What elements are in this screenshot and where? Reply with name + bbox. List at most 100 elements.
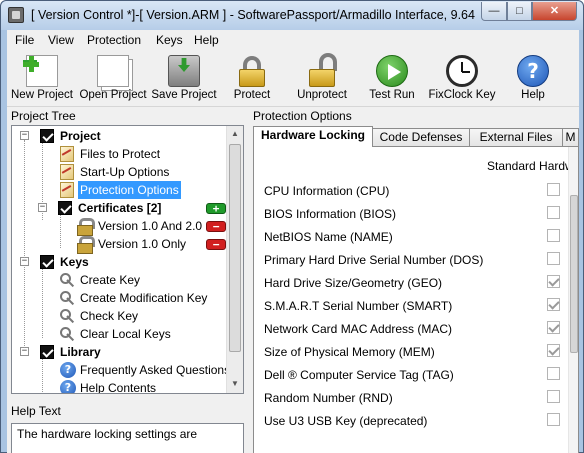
- lock-icon: [236, 55, 268, 87]
- tree-item-help-contents[interactable]: ? Help Contents: [18, 379, 218, 394]
- tree-item-project[interactable]: − Project: [18, 127, 218, 145]
- collapse-icon[interactable]: −: [38, 203, 47, 212]
- option-cpu: CPU Information (CPU): [264, 184, 390, 198]
- protect-button[interactable]: Protect: [222, 51, 282, 105]
- option-dos: Primary Hard Drive Serial Number (DOS): [264, 253, 484, 267]
- checkbox-icon[interactable]: [40, 345, 54, 359]
- tree-item-keys[interactable]: − Keys: [18, 253, 218, 271]
- menu-file[interactable]: File: [15, 33, 34, 47]
- window-title: [ Version Control *]-[ Version.ARM ] - S…: [31, 8, 475, 22]
- tab-external-files[interactable]: External Files: [469, 128, 563, 147]
- question-icon: ?: [60, 380, 76, 393]
- tree-label-check-key: Check Key: [80, 309, 139, 323]
- help-button[interactable]: ? Help: [509, 51, 557, 105]
- certificate-lock-icon: [76, 236, 95, 254]
- tree-item-startup[interactable]: Start-Up Options: [18, 163, 218, 181]
- test-run-button[interactable]: Test Run: [361, 51, 423, 105]
- checkbox-name[interactable]: [547, 229, 560, 242]
- remove-certificate-button[interactable]: −: [206, 221, 226, 232]
- scroll-thumb[interactable]: [570, 195, 578, 353]
- save-project-icon: [168, 55, 200, 87]
- checkbox-u3[interactable]: [547, 413, 560, 426]
- tree-label-clear-keys: Clear Local Keys: [80, 327, 171, 341]
- checkbox-icon[interactable]: [40, 129, 54, 143]
- key-icon: [60, 326, 76, 342]
- collapse-icon[interactable]: −: [20, 347, 29, 356]
- save-project-button[interactable]: Save Project: [149, 51, 219, 105]
- checkbox-tag[interactable]: [547, 367, 560, 380]
- tree-item-cert-2[interactable]: Version 1.0 Only −: [18, 235, 233, 254]
- maximize-button[interactable]: □: [507, 2, 532, 21]
- tree-item-cert-1[interactable]: Version 1.0 And 2.0 −: [18, 217, 233, 236]
- checkbox-dos[interactable]: [547, 252, 560, 265]
- collapse-icon[interactable]: −: [20, 131, 29, 140]
- menu-protection[interactable]: Protection: [87, 33, 141, 47]
- tree-label-create-key: Create Key: [80, 273, 141, 287]
- option-smart: S.M.A.R.T Serial Number (SMART): [264, 299, 453, 313]
- checkbox-cpu[interactable]: [547, 183, 560, 196]
- unprotect-button[interactable]: Unprotect: [289, 51, 355, 105]
- checkbox-geo[interactable]: [547, 275, 560, 288]
- new-project-button[interactable]: New Project: [7, 51, 77, 105]
- menu-keys[interactable]: Keys: [156, 33, 183, 47]
- checkbox-mem[interactable]: [547, 344, 560, 357]
- panel-splitter[interactable]: [245, 107, 249, 453]
- checkbox-rnd[interactable]: [547, 390, 560, 403]
- app-window: [ Version Control *]-[ Version.ARM ] - S…: [0, 0, 584, 453]
- options-page-icon: [60, 164, 74, 180]
- remove-certificate-button[interactable]: −: [206, 239, 226, 250]
- minimize-button[interactable]: —: [481, 2, 507, 21]
- tree-item-check-key[interactable]: Check Key: [18, 307, 218, 325]
- tree-item-library[interactable]: − Library: [18, 343, 218, 361]
- tab-more[interactable]: M: [562, 128, 579, 147]
- protection-options-header: Protection Options: [249, 107, 579, 125]
- collapse-icon[interactable]: −: [20, 257, 29, 266]
- checkbox-smart[interactable]: [547, 298, 560, 311]
- protection-tabs: Hardware Locking Code Defenses External …: [253, 126, 579, 147]
- tree-label-files: Files to Protect: [80, 147, 161, 161]
- tree-scrollbar[interactable]: ▲ ▼: [226, 126, 243, 393]
- close-button[interactable]: ✕: [532, 2, 577, 21]
- app-icon: [8, 7, 24, 23]
- checkbox-icon[interactable]: [58, 201, 72, 215]
- tree-label-cert-2: Version 1.0 Only: [98, 237, 187, 251]
- unprotect-label: Unprotect: [297, 89, 347, 101]
- certificate-lock-icon: [76, 218, 95, 236]
- open-project-label: Open Project: [79, 89, 147, 101]
- tree-item-certificates[interactable]: − Certificates [2] +: [18, 199, 233, 217]
- tree-label-create-mod-key: Create Modification Key: [80, 291, 208, 305]
- tree-item-protection-options[interactable]: Protection Options: [18, 181, 218, 199]
- checkbox-icon[interactable]: [40, 255, 54, 269]
- scroll-down-icon[interactable]: ▼: [227, 376, 243, 392]
- tree-label-certificates: Certificates [2]: [78, 201, 162, 215]
- tree-item-create-mod-key[interactable]: Create Modification Key: [18, 289, 218, 307]
- checkbox-mac[interactable]: [547, 321, 560, 334]
- key-icon: [60, 272, 76, 288]
- fixclock-key-label: FixClock Key: [428, 89, 496, 101]
- option-mac: Network Card MAC Address (MAC): [264, 322, 453, 336]
- options-scrollbar[interactable]: [568, 147, 578, 453]
- add-certificate-button[interactable]: +: [206, 203, 226, 214]
- scroll-thumb[interactable]: [229, 144, 241, 352]
- tree-label-help-contents: Help Contents: [80, 381, 157, 394]
- menu-bar: File View Protection Keys Help: [7, 30, 579, 50]
- tree-item-clear-keys[interactable]: Clear Local Keys: [18, 325, 218, 343]
- tab-hardware-locking[interactable]: Hardware Locking: [253, 126, 373, 147]
- project-tree-header: Project Tree: [7, 107, 245, 125]
- title-bar[interactable]: [ Version Control *]-[ Version.ARM ] - S…: [1, 1, 583, 30]
- tree-item-files[interactable]: Files to Protect: [18, 145, 218, 163]
- save-project-label: Save Project: [151, 89, 217, 101]
- play-icon: [376, 55, 408, 87]
- tab-code-defenses[interactable]: Code Defenses: [372, 128, 470, 147]
- open-project-button[interactable]: Open Project: [77, 51, 149, 105]
- scroll-up-icon[interactable]: ▲: [227, 126, 243, 142]
- checkbox-bios[interactable]: [547, 206, 560, 219]
- tree-item-create-key[interactable]: Create Key: [18, 271, 218, 289]
- open-project-icon: [97, 55, 129, 87]
- menu-view[interactable]: View: [48, 33, 74, 47]
- tree-item-faq[interactable]: ? Frequently Asked Questions: [18, 361, 233, 379]
- question-icon: ?: [60, 362, 76, 378]
- fixclock-key-button[interactable]: FixClock Key: [425, 51, 499, 105]
- key-icon: [60, 290, 76, 306]
- menu-help[interactable]: Help: [194, 33, 219, 47]
